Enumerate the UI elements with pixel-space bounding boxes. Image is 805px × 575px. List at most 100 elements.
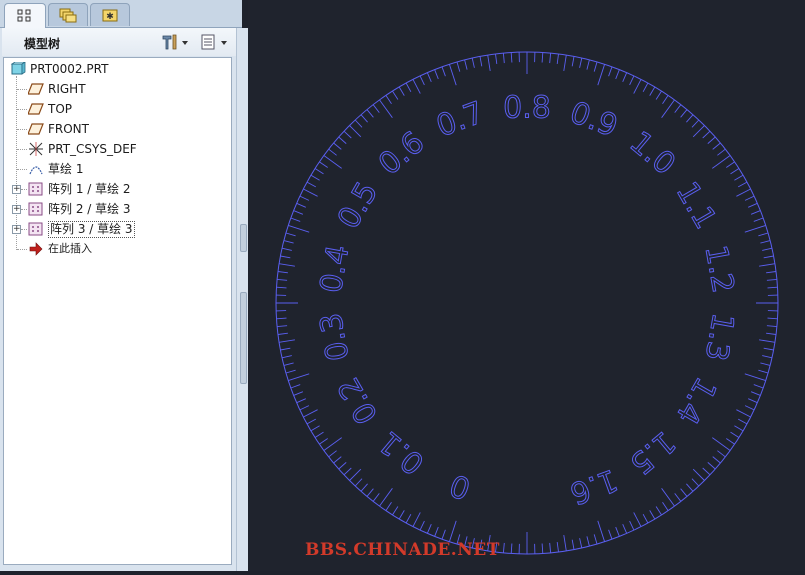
dial-tick <box>319 439 327 445</box>
dial-tick <box>550 543 551 553</box>
tree-item-label: RIGHT <box>48 80 86 98</box>
dial-tick <box>280 348 290 350</box>
dial-tick <box>634 79 641 93</box>
dial-tick <box>329 149 337 155</box>
tree-connector <box>17 109 27 110</box>
dial-tick <box>284 241 294 244</box>
show-button[interactable] <box>199 32 233 52</box>
model-tree-tab[interactable] <box>4 3 46 28</box>
dial-tick <box>580 538 582 548</box>
dial-tick <box>393 507 398 515</box>
dial-tick <box>406 83 411 92</box>
collapse-handle-lower[interactable] <box>240 292 247 384</box>
collapse-handle-upper[interactable] <box>240 224 247 252</box>
dial-label: 0 <box>445 466 475 505</box>
dial-tick <box>361 484 368 492</box>
dial-tick <box>420 521 424 530</box>
tree-icon <box>17 9 33 23</box>
dial-tick <box>291 218 300 221</box>
dial-tick <box>609 530 612 539</box>
dial-tick <box>373 105 379 113</box>
dial-tick <box>284 363 294 366</box>
dial-label: 1.1 <box>669 176 723 235</box>
dial-drawing: 00.10.20.30.40.50.60.70.80.91.01.11.21.3… <box>248 0 805 571</box>
dial-tick <box>480 56 482 66</box>
tree-connector <box>21 189 27 190</box>
dial-tick <box>686 115 693 123</box>
dial-tick <box>767 326 777 327</box>
pattern-icon <box>28 222 44 236</box>
dial-label: 1.0 <box>623 125 682 182</box>
dial-tick <box>748 203 757 207</box>
tree-item-label: TOP <box>48 100 72 118</box>
expand-toggle[interactable]: + <box>12 225 21 234</box>
dial-label: 0.5 <box>331 176 385 235</box>
dial-tick <box>703 131 710 138</box>
favorites-tab[interactable]: ✱ <box>90 3 130 26</box>
dial-tick <box>587 536 590 546</box>
dial-tick <box>488 55 491 71</box>
dial-tick <box>435 527 439 536</box>
dial-tick <box>758 370 768 373</box>
dial-tick <box>367 110 373 118</box>
dial-tick <box>745 196 754 200</box>
dial-label: 0.1 <box>372 424 431 481</box>
dial-tick <box>656 91 661 99</box>
dial-tick <box>762 248 772 250</box>
dial-tick <box>503 53 504 63</box>
dial-tick <box>300 196 309 200</box>
dial-tick <box>643 83 648 92</box>
dial-tick <box>277 279 287 280</box>
dial-tick <box>594 62 597 72</box>
dial-tick <box>717 149 725 155</box>
dial-tick <box>572 540 574 550</box>
dial-tick <box>767 279 777 280</box>
csys-icon <box>28 142 44 156</box>
dial-tick <box>766 333 776 334</box>
dial-tick <box>465 60 468 70</box>
dial-tick <box>643 514 648 523</box>
graphics-viewport[interactable]: 00.10.20.30.40.50.60.70.80.91.01.11.21.3… <box>248 0 805 571</box>
tree-connector <box>21 229 27 230</box>
dial-tick <box>630 76 634 85</box>
dial-tick <box>717 451 725 457</box>
dial-tick <box>399 510 404 519</box>
dial-tick <box>738 419 747 424</box>
dial-tick <box>355 479 362 486</box>
dial-tick <box>300 406 309 410</box>
dial-tick <box>693 126 704 137</box>
expand-toggle[interactable]: + <box>12 205 21 214</box>
dial-tick <box>726 162 734 168</box>
dial-tick <box>503 543 504 553</box>
dial-tick <box>616 527 620 536</box>
dial-tick <box>726 439 734 445</box>
expand-toggle[interactable]: + <box>12 185 21 194</box>
dial-tick <box>311 426 320 431</box>
dial-tick <box>708 137 716 144</box>
dial-tick <box>764 256 774 258</box>
dial-tick <box>681 110 687 118</box>
folder-browser-tab[interactable] <box>48 3 88 26</box>
settings-button[interactable] <box>160 32 192 52</box>
dial-tick <box>277 318 287 319</box>
dial-tick <box>686 484 693 492</box>
dial-tick <box>288 374 309 381</box>
dial-tick <box>355 120 362 127</box>
dial-tick <box>367 489 373 497</box>
navigator-tab-bar: ✱ <box>0 0 242 28</box>
dial-tick <box>294 211 303 215</box>
dial-tick <box>768 318 778 319</box>
dial-tick <box>738 182 747 187</box>
dial-tick <box>315 169 323 174</box>
dial-tick <box>303 189 317 196</box>
dial-tick <box>616 70 620 79</box>
dial-tick <box>291 385 300 388</box>
dial-tick <box>764 348 774 350</box>
dial-tick <box>457 62 460 72</box>
dial-tick <box>758 233 768 236</box>
dial-tick <box>361 115 368 123</box>
dial-tick <box>511 53 512 63</box>
model-tree-panel: ✱ 模型树 PRT0002.PRT <box>0 0 242 571</box>
dial-tick <box>650 510 655 519</box>
dial-tick <box>311 175 320 180</box>
